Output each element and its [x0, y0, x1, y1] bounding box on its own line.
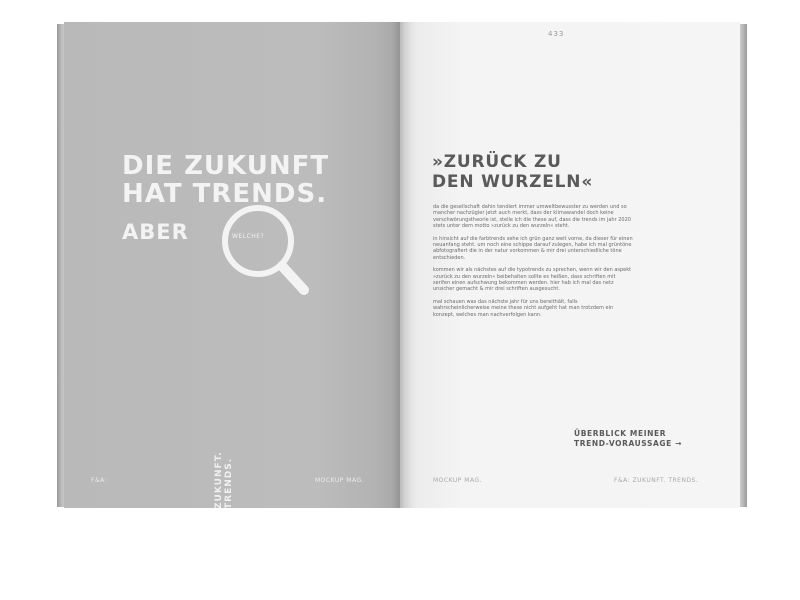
- vertical-title: ZUKUNFT. TRENDS.: [214, 414, 234, 508]
- magnifier-icon: [222, 205, 309, 295]
- body-paragraph: da die gesellschaft dahin tendiert immer…: [433, 204, 631, 230]
- left-page: DIE ZUKUNFT HAT TRENDS. ABER WELCHE? ZUK…: [64, 22, 400, 508]
- right-footer-right: F&A: ZUKUNFT. TRENDS.: [614, 477, 699, 484]
- magazine-spread: DIE ZUKUNFT HAT TRENDS. ABER WELCHE? ZUK…: [0, 0, 800, 600]
- vertical-title-text: ZUKUNFT. TRENDS.: [214, 451, 234, 508]
- spine-shadow: [392, 22, 412, 508]
- body-paragraph: in hinsicht auf die farbtrends sehe ich …: [433, 235, 633, 261]
- aber-text: ABER: [122, 220, 189, 244]
- body-paragraph: mal schauen was das nächste jahr für uns…: [433, 298, 614, 318]
- left-footer-right: MOCKUP MAG.: [315, 477, 365, 484]
- right-page: 433 »ZURÜCK ZU DEN WURZELN« da die gesel…: [400, 22, 740, 508]
- left-footer-left: F&A:: [91, 477, 108, 484]
- right-footer-left: MOCKUP MAG.: [433, 477, 483, 484]
- lens-label: WELCHE?: [232, 233, 265, 240]
- trend-overview-link: ÜBERBLICK MEINER TREND-VORAUSSAGE →: [574, 429, 682, 448]
- article-body: da die gesellschaft dahin tendiert immer…: [433, 204, 633, 324]
- article-title: »ZURÜCK ZU DEN WURZELN«: [432, 152, 594, 192]
- body-paragraph: kommen wir als nächstes auf die typotren…: [433, 267, 632, 293]
- page-number: 433: [548, 30, 565, 38]
